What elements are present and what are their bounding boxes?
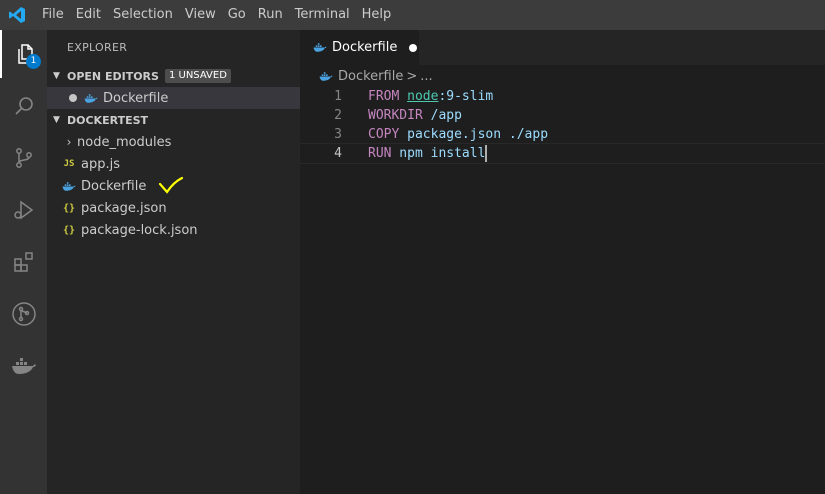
js-icon: JS (63, 159, 75, 169)
code-rest: npm install (391, 146, 486, 161)
tree-item-app-js[interactable]: JS app.js (47, 153, 300, 175)
open-editor-item-dockerfile[interactable]: Dockerfile (47, 87, 300, 109)
code-rest: /app (422, 108, 462, 123)
image-name: node (407, 89, 439, 104)
code-text: RUN npm install (368, 144, 488, 163)
code-text: WORKDIR /app (368, 106, 462, 125)
breadcrumb-separator: > (406, 68, 418, 84)
menu-bar: File Edit Selection View Go Run Terminal… (36, 0, 397, 30)
extensions-icon[interactable] (0, 238, 47, 286)
code-rest: package.json ./app (399, 127, 549, 142)
explorer-badge: 1 (26, 54, 41, 69)
search-icon[interactable] (0, 82, 47, 130)
tree-item-label: app.js (81, 156, 120, 172)
code-text: FROM node:9-slim (368, 87, 493, 106)
chevron-down-icon: ▼ (53, 71, 60, 81)
explorer-sidebar: EXPLORER ▼ OPEN EDITORS 1 UNSAVED Docker… (47, 30, 300, 494)
tree-item-label: node_modules (77, 134, 172, 150)
menu-view[interactable]: View (179, 0, 222, 30)
unsaved-dot-icon[interactable] (69, 94, 77, 102)
code-line[interactable]: 3 COPY package.json ./app (300, 125, 825, 144)
docker-icon[interactable] (0, 342, 47, 390)
menu-file[interactable]: File (36, 0, 70, 30)
line-number: 2 (334, 108, 342, 123)
docker-icon (61, 181, 77, 192)
menu-selection[interactable]: Selection (107, 0, 179, 30)
editor-tabs: Dockerfile (300, 30, 825, 65)
open-editors-label: OPEN EDITORS (67, 69, 159, 83)
docker-icon (83, 93, 99, 104)
json-icon: {} (62, 224, 76, 236)
docker-icon (318, 71, 334, 82)
tab-dockerfile[interactable]: Dockerfile (300, 30, 419, 65)
code-line-current[interactable]: 4 RUN npm install (299, 143, 825, 164)
title-bar: File Edit Selection View Go Run Terminal… (0, 0, 825, 30)
git-graph-icon[interactable] (0, 290, 47, 338)
tree-item-package-json[interactable]: {} package.json (47, 197, 300, 219)
keyword: RUN (368, 146, 392, 161)
code-rest: :9-slim (438, 89, 494, 104)
unsaved-badge: 1 UNSAVED (164, 69, 231, 83)
menu-help[interactable]: Help (356, 0, 398, 30)
code-line[interactable]: 1 FROM node:9-slim (300, 87, 825, 106)
tree-item-label: package.json (81, 200, 167, 216)
open-editors-header[interactable]: ▼ OPEN EDITORS 1 UNSAVED (47, 65, 300, 87)
editor-area: Dockerfile Dockerfile > ... 1 FROM node:… (299, 30, 825, 494)
tree-item-label: package-lock.json (81, 222, 198, 238)
code-text: COPY package.json ./app (368, 125, 548, 144)
line-number: 4 (334, 146, 342, 161)
keyword: COPY (368, 127, 400, 142)
vscode-logo-icon (0, 0, 34, 30)
source-control-icon[interactable] (0, 134, 47, 182)
keyword: FROM (368, 89, 400, 104)
line-number: 1 (334, 89, 342, 104)
tree-item-dockerfile[interactable]: Dockerfile (47, 175, 300, 197)
breadcrumb: Dockerfile > ... (300, 65, 825, 87)
chevron-down-icon: ▼ (53, 115, 60, 125)
menu-edit[interactable]: Edit (70, 0, 107, 30)
open-editor-label: Dockerfile (103, 90, 169, 106)
json-icon: {} (62, 202, 76, 214)
keyword: WORKDIR (368, 108, 423, 123)
workspace-header[interactable]: ▼ DOCKERTEST (47, 109, 300, 131)
checkmark-annotation-icon (159, 176, 184, 194)
run-debug-icon[interactable] (0, 186, 47, 234)
menu-run[interactable]: Run (252, 0, 289, 30)
activity-bar: 1 (0, 30, 47, 494)
menu-terminal[interactable]: Terminal (289, 0, 356, 30)
line-number: 3 (334, 127, 342, 142)
code-line[interactable]: 2 WORKDIR /app (300, 106, 825, 125)
breadcrumb-more[interactable]: ... (420, 69, 432, 84)
docker-icon (312, 42, 328, 53)
tree-item-label: Dockerfile (81, 178, 147, 194)
breadcrumb-file[interactable]: Dockerfile (338, 69, 403, 84)
tree-item-package-lock-json[interactable]: {} package-lock.json (47, 219, 300, 241)
sidebar-title: EXPLORER (67, 41, 128, 54)
code-editor[interactable]: 1 FROM node:9-slim 2 WORKDIR /app 3 COPY… (299, 87, 825, 164)
tab-label: Dockerfile (332, 40, 398, 55)
tree-item-node-modules[interactable]: › node_modules (47, 131, 300, 153)
menu-go[interactable]: Go (222, 0, 252, 30)
workspace-label: DOCKERTEST (67, 113, 149, 127)
unsaved-dot-icon[interactable] (409, 43, 418, 52)
explorer-icon[interactable]: 1 (0, 30, 47, 78)
chevron-right-icon: › (66, 135, 72, 149)
text-cursor (485, 145, 488, 162)
